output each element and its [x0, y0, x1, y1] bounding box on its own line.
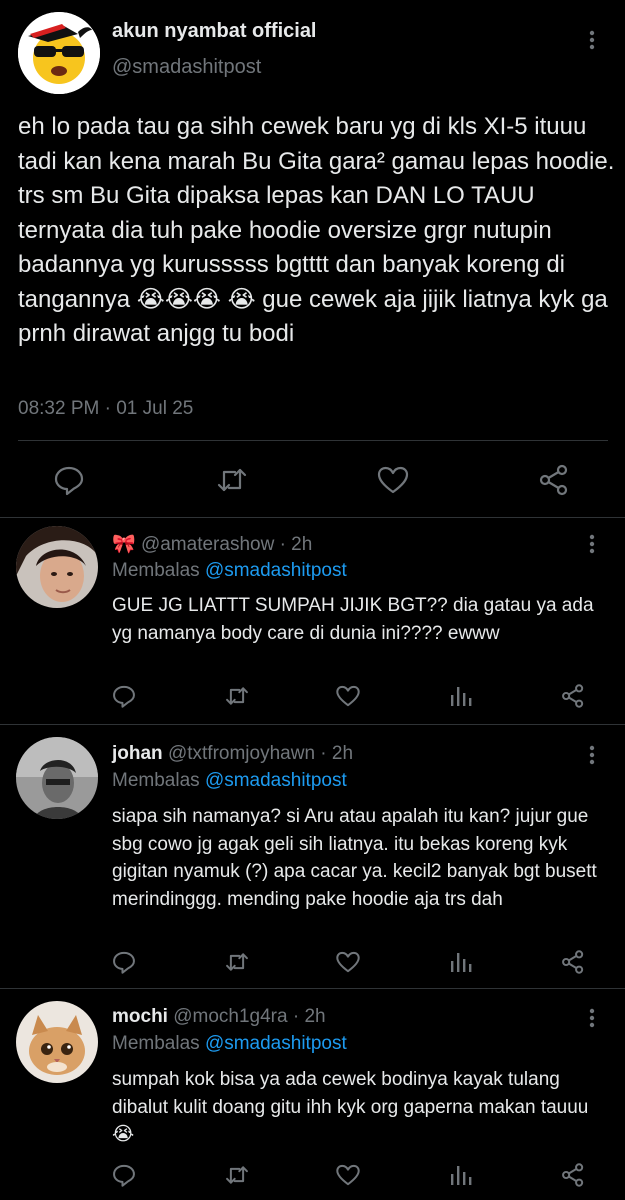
more-options-icon[interactable] [582, 1006, 602, 1030]
replying-to: Membalas @smadashitpost [112, 1033, 347, 1055]
emoji-sunglasses-icon [18, 12, 100, 94]
tweet-actions [0, 460, 625, 500]
reply-tweet[interactable]: johan @txtfromjoyhawn · 2h Membalas @sma… [0, 725, 625, 987]
reply-text: GUE JG LIATTT SUMPAH JIJIK BGT?? dia gat… [112, 595, 594, 644]
replying-label: Membalas [112, 770, 200, 791]
mention-link[interactable]: @smadashitpost [205, 770, 347, 791]
reply-icon[interactable] [52, 463, 86, 497]
reply-time: · 2h [320, 743, 354, 764]
retweet-icon[interactable] [215, 463, 249, 497]
share-icon[interactable] [560, 1162, 586, 1188]
like-icon[interactable] [376, 463, 410, 497]
avatar[interactable] [16, 1001, 98, 1083]
kitten-photo-icon [16, 1001, 98, 1083]
author-handle[interactable]: @moch1g4ra [173, 1006, 287, 1027]
reply-icon[interactable] [111, 1162, 137, 1188]
reply-time: · 2h [279, 534, 313, 555]
like-icon[interactable] [335, 683, 361, 709]
retweet-icon[interactable] [224, 949, 250, 975]
more-options-icon[interactable] [582, 28, 602, 52]
analytics-icon[interactable] [448, 1162, 474, 1188]
replying-to: Membalas @smadashitpost [112, 770, 347, 792]
divider [18, 440, 608, 441]
more-options-icon[interactable] [582, 743, 602, 767]
reply-header: mochi @moch1g4ra · 2h [112, 1006, 326, 1028]
author-name[interactable]: akun nyambat official [112, 20, 317, 43]
share-icon[interactable] [537, 463, 571, 497]
replying-label: Membalas [112, 1033, 200, 1054]
reply-actions [0, 683, 625, 713]
reply-text: siapa sih namanya? si Aru atau apalah it… [112, 806, 597, 910]
reply-time: · 2h [292, 1006, 326, 1027]
author-name[interactable]: 🎀 [112, 534, 136, 555]
mention-link[interactable]: @smadashitpost [205, 1033, 347, 1054]
retweet-icon[interactable] [224, 683, 250, 709]
reply-header: 🎀 @amaterashow · 2h [112, 532, 312, 556]
user-photo-icon [16, 526, 98, 608]
more-options-icon[interactable] [582, 532, 602, 556]
user-photo-icon [16, 737, 98, 819]
author-handle[interactable]: @smadashitpost [112, 56, 261, 79]
author-handle[interactable]: @txtfromjoyhawn [168, 743, 315, 764]
retweet-icon[interactable] [224, 1162, 250, 1188]
share-icon[interactable] [560, 949, 586, 975]
analytics-icon[interactable] [448, 683, 474, 709]
reply-icon[interactable] [111, 949, 137, 975]
author-handle[interactable]: @amaterashow [141, 534, 274, 555]
like-icon[interactable] [335, 1162, 361, 1188]
mention-link[interactable]: @smadashitpost [205, 560, 347, 581]
replying-label: Membalas [112, 560, 200, 581]
replying-to: Membalas @smadashitpost [112, 560, 347, 582]
author-name[interactable]: johan [112, 743, 163, 764]
like-icon[interactable] [335, 949, 361, 975]
tweet-timestamp[interactable]: 08:32 PM · 01 Jul 25 [18, 398, 193, 420]
avatar[interactable] [16, 526, 98, 608]
tweet-text: eh lo pada tau ga sihh cewek baru yg di … [18, 113, 622, 347]
avatar[interactable] [16, 737, 98, 819]
reply-header: johan @txtfromjoyhawn · 2h [112, 743, 353, 765]
reply-tweet[interactable]: 🎀 @amaterashow · 2h Membalas @smadashitp… [0, 518, 625, 723]
reply-actions [0, 1162, 625, 1192]
analytics-icon[interactable] [448, 949, 474, 975]
avatar[interactable] [18, 12, 100, 94]
reply-tweet[interactable]: mochi @moch1g4ra · 2h Membalas @smadashi… [0, 989, 625, 1200]
reply-actions [0, 949, 625, 979]
share-icon[interactable] [560, 683, 586, 709]
reply-icon[interactable] [111, 683, 137, 709]
author-name[interactable]: mochi [112, 1006, 168, 1027]
reply-text: sumpah kok bisa ya ada cewek bodinya kay… [112, 1069, 589, 1145]
